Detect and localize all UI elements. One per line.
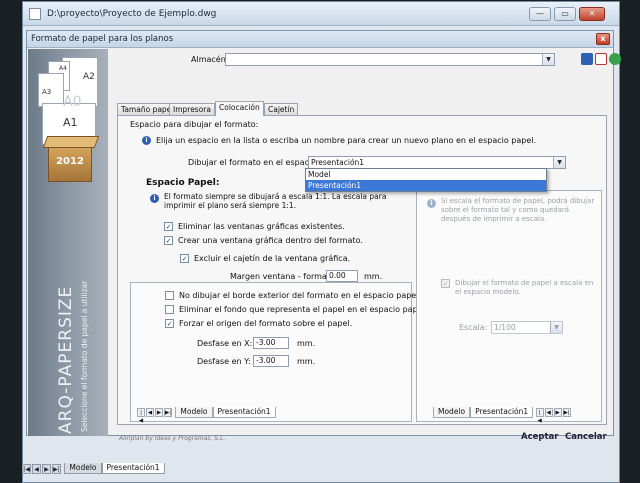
layout-tab-presentacion1[interactable]: Presentación1 [470, 407, 534, 418]
almacen-label: Almacén [191, 55, 226, 64]
model-layout-tab-bar: Modelo Presentación1 |◀◀ ▶ ▶| [433, 407, 572, 424]
add-icon[interactable] [609, 53, 621, 65]
credit-text: Allriplan by Ideas y Programas, S.L. [119, 435, 226, 442]
paper-space-options: No dibujar el borde exterior del formato… [130, 282, 427, 424]
accept-button[interactable]: Aceptar [521, 432, 558, 442]
minimize-button[interactable]: — [529, 7, 551, 21]
document-icon [29, 8, 41, 20]
prev-layout-icon[interactable]: ◀ [146, 408, 154, 417]
margin-unit: mm. [364, 272, 383, 281]
info-icon: i [427, 199, 436, 208]
product-name: ARQ-PAPERSIZE [56, 285, 76, 434]
tab-cajetin[interactable]: Cajetín [264, 103, 299, 115]
model-scale-checkbox[interactable]: ✓ [441, 279, 450, 288]
product-box-icon: 2012 [48, 144, 92, 182]
colocacion-panel: Espacio para dibujar el formato: i Elija… [117, 115, 607, 425]
product-tagline: Seleccione el formato de papel a utiliza… [80, 280, 89, 432]
no-border-label: No dibujar el borde exterior del formato… [179, 291, 421, 300]
dialog-close-button[interactable]: x [596, 33, 610, 45]
option-presentacion1[interactable]: Presentación1 [306, 180, 546, 191]
save-icon[interactable] [581, 53, 593, 65]
group-title: Espacio para dibujar el formato: [130, 120, 259, 129]
prev-layout-icon[interactable]: ◀ [544, 408, 553, 417]
exclude-cajetin-label: Excluir el cajetín de la ventana gráfica… [194, 254, 351, 263]
main-tab-presentacion1[interactable]: Presentación1 [101, 463, 165, 474]
margin-label: Margen ventana - formato: [230, 272, 338, 281]
offset-y-input[interactable]: -3.00 [253, 355, 289, 367]
layout-tab-presentacion1[interactable]: Presentación1 [212, 407, 276, 418]
tab-colocacion[interactable]: Colocación [215, 101, 264, 116]
first-layout-icon[interactable]: |◀ [137, 408, 145, 424]
dialog-title-bar: Formato de papel para los planos x [27, 31, 613, 48]
maximize-button[interactable]: ▭ [554, 7, 576, 21]
info-icon: i [150, 194, 159, 203]
offset-x-input[interactable]: -3.00 [253, 337, 289, 349]
info-text: Elija un espacio en la lista o escriba u… [156, 136, 537, 145]
scale-info-text: Si escala el formato de papel, podrá dib… [441, 197, 595, 223]
layout-tab-modelo[interactable]: Modelo [175, 407, 213, 418]
space-info-text: El formato siempre se dibujará a escala … [164, 192, 387, 210]
model-space-options: i Si escala el formato de papel, podrá d… [416, 190, 602, 424]
draw-space-label: Dibujar el formato en el espacio: [188, 158, 319, 167]
layout-tab-bar: |◀◀ ▶ ▶| Modelo Presentación1 [137, 407, 276, 424]
create-viewport-checkbox[interactable]: ✓ [164, 236, 173, 245]
tab-impresora[interactable]: Impresora [169, 103, 215, 115]
remove-background-label: Eliminar el fondo que representa el pape… [179, 305, 428, 314]
info-icon: i [142, 136, 151, 145]
brand-panel: A2 A4 A3 A0 A1 2012 ARQ-PAPERSIZE Selecc… [28, 49, 108, 436]
no-border-checkbox[interactable] [165, 291, 174, 300]
offset-y-unit: mm. [297, 357, 316, 366]
cancel-button[interactable]: Cancelar [565, 432, 607, 442]
sheet-a3-label: A3 [42, 88, 52, 96]
chevron-down-icon[interactable]: ▼ [553, 157, 565, 168]
model-scale-label: Dibujar el formato de papel a escala en … [455, 279, 594, 296]
scale-combo[interactable]: 1/100 ▼ [491, 321, 563, 334]
first-layout-icon[interactable]: |◀ [535, 408, 544, 424]
delete-icon[interactable] [595, 53, 607, 65]
almacen-combo[interactable]: ▼ [225, 53, 555, 66]
first-layout-icon[interactable]: |◀ [22, 463, 31, 474]
product-year: 2012 [56, 156, 84, 167]
offset-x-label: Desfase en X: [197, 339, 253, 348]
offset-x-unit: mm. [297, 339, 316, 348]
last-layout-icon[interactable]: ▶| [52, 463, 61, 474]
create-viewport-label: Crear una ventana gráfica dentro del for… [178, 236, 363, 245]
offset-y-label: Desfase en Y: [197, 357, 251, 366]
space-title: Espacio Papel: [146, 178, 220, 188]
close-button[interactable]: ✕ [579, 7, 605, 21]
draw-space-dropdown: Model Presentación1 [305, 168, 547, 192]
sheet-a4-label: A4 [59, 65, 67, 72]
force-origin-label: Forzar el origen del formato sobre el pa… [179, 319, 353, 328]
sheet-a0-label: A0 [63, 94, 82, 110]
sheet-a1-label: A1 [63, 116, 78, 129]
dialog-title: Formato de papel para los planos [31, 34, 174, 44]
remove-background-checkbox[interactable] [165, 305, 174, 314]
exclude-cajetin-checkbox[interactable]: ✓ [180, 254, 189, 263]
last-layout-icon[interactable]: ▶| [164, 408, 172, 417]
dialog-content: Almacén ▼ Tamaño papel Impresora Colocac… [111, 49, 621, 442]
prev-layout-icon[interactable]: ◀ [32, 463, 41, 474]
next-layout-icon[interactable]: ▶ [42, 463, 51, 474]
margin-input[interactable]: 0.00 [326, 270, 358, 282]
window-title-bar: D:\proyecto\Proyecto de Ejemplo.dwg — ▭ … [23, 2, 619, 26]
main-layout-tab-bar: |◀ ◀ ▶ ▶| Modelo Presentación1 [22, 463, 165, 475]
chevron-down-icon[interactable]: ▼ [550, 322, 562, 333]
next-layout-icon[interactable]: ▶ [553, 408, 562, 417]
paper-format-dialog: Formato de papel para los planos x A2 A4… [26, 30, 621, 442]
remove-viewports-label: Eliminar las ventanas gráficas existente… [178, 222, 345, 231]
next-layout-icon[interactable]: ▶ [155, 408, 163, 417]
last-layout-icon[interactable]: ▶| [562, 408, 571, 417]
main-tab-modelo[interactable]: Modelo [64, 463, 102, 474]
window-title: D:\proyecto\Proyecto de Ejemplo.dwg [47, 9, 217, 19]
scale-label: Escala: [459, 323, 488, 332]
force-origin-checkbox[interactable]: ✓ [165, 319, 174, 328]
option-model[interactable]: Model [306, 169, 546, 180]
sheet-a2-label: A2 [83, 72, 95, 82]
remove-viewports-checkbox[interactable]: ✓ [164, 222, 173, 231]
layout-tab-modelo[interactable]: Modelo [433, 407, 471, 418]
paper-sheets-illustration: A2 A4 A3 A0 A1 [38, 57, 100, 145]
chevron-down-icon[interactable]: ▼ [542, 54, 554, 65]
